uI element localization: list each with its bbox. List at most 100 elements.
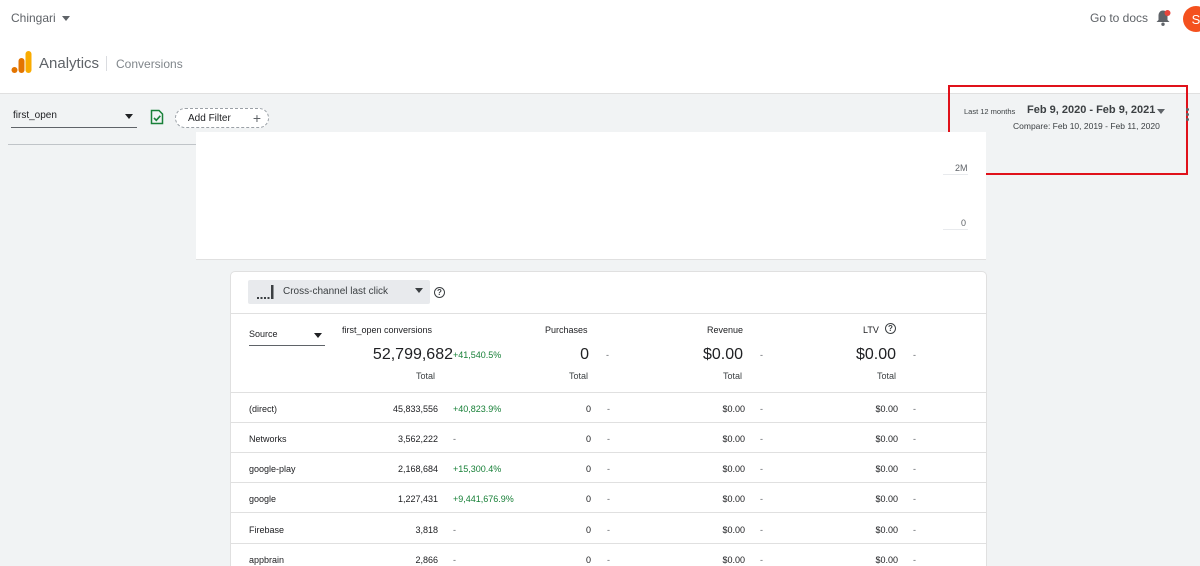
table-row[interactable]: Networks 3,562,222 - 0 - $0.00 - $0.00 - (231, 423, 986, 453)
saved-check-icon[interactable] (150, 109, 164, 125)
row-revenue: $0.00 (722, 434, 745, 444)
row-conversions-change: - (453, 555, 456, 565)
row-conversions-change: +9,441,676.9% (453, 494, 514, 504)
total-label: Total (416, 371, 436, 381)
help-icon[interactable]: ? (885, 323, 896, 334)
row-purchases: 0 (585, 404, 591, 414)
row-conversions: 3,818 (415, 525, 438, 535)
row-ltv: $0.00 (875, 555, 898, 565)
attribution-model-select[interactable]: Cross-channel last click (248, 280, 430, 304)
row-revenue: $0.00 (722, 525, 745, 535)
row-conversions-change: +15,300.4% (453, 464, 502, 474)
table-row[interactable]: (direct) 45,833,556 +40,823.9% 0 - $0.00… (231, 393, 986, 423)
row-source: Firebase (249, 525, 285, 535)
chevron-down-icon[interactable] (1157, 109, 1165, 114)
account-name: Chingari (11, 11, 56, 25)
y-axis-tick: 2M (955, 163, 968, 173)
total-ltv: $0.00 (855, 346, 896, 363)
row-source: (direct) (249, 404, 278, 414)
table-row[interactable]: google 1,227,431 +9,441,676.9% 0 - $0.00… (231, 483, 986, 513)
row-conversions: 2,866 (415, 555, 438, 565)
compare-range: Compare: Feb 10, 2019 - Feb 11, 2020 (1013, 121, 1160, 131)
event-select-value: first_open (13, 110, 57, 121)
more-vert-icon[interactable] (1186, 108, 1190, 124)
total-purchases: 0 (580, 346, 589, 363)
row-revenue-change: - (760, 434, 763, 444)
row-conversions: 45,833,556 (392, 404, 438, 414)
row-revenue-change: - (760, 464, 763, 474)
row-source: Networks (249, 434, 287, 444)
row-ltv: $0.00 (875, 404, 898, 414)
column-header-purchases[interactable]: Purchases (545, 325, 588, 335)
row-conversions-change: - (453, 525, 456, 535)
plus-icon: + (252, 110, 261, 126)
row-purchases-change: - (607, 525, 610, 535)
row-revenue: $0.00 (722, 555, 745, 565)
grid-line (943, 229, 968, 230)
row-source: google (249, 494, 277, 504)
row-ltv: $0.00 (875, 494, 898, 504)
row-purchases-change: - (607, 464, 610, 474)
row-conversions: 2,168,684 (397, 464, 438, 474)
row-purchases: 0 (585, 555, 591, 565)
row-ltv-change: - (913, 555, 916, 565)
table-divider (231, 313, 986, 314)
row-source: appbrain (249, 555, 285, 565)
attribution-model-label: Cross-channel last click (283, 286, 389, 297)
row-source: google-play (249, 464, 296, 474)
chevron-down-icon (61, 15, 70, 21)
page-title: Conversions (116, 57, 183, 71)
total-label: Total (569, 371, 589, 381)
chevron-down-icon (125, 114, 133, 119)
app-title: Analytics (39, 55, 100, 72)
help-icon[interactable]: ? (434, 287, 445, 298)
row-ltv: $0.00 (875, 464, 898, 474)
top-header (0, 0, 1200, 94)
row-ltv-change: - (913, 434, 916, 444)
chevron-down-icon (415, 288, 423, 293)
column-header-ltv[interactable]: LTV (863, 325, 879, 335)
add-filter-button[interactable]: Add Filter + (175, 108, 269, 128)
row-ltv: $0.00 (875, 434, 898, 444)
row-purchases: 0 (585, 525, 591, 535)
total-ltv-change: - (913, 350, 916, 360)
source-dimension-select[interactable]: Source (249, 329, 325, 346)
column-header-revenue[interactable]: Revenue (707, 325, 743, 335)
row-ltv-change: - (913, 494, 916, 504)
row-revenue-change: - (760, 404, 763, 414)
total-revenue: $0.00 (702, 346, 743, 363)
total-label: Total (723, 371, 743, 381)
avatar-initial: S (1191, 11, 1200, 27)
date-range-value[interactable]: Feb 9, 2020 - Feb 9, 2021 (1027, 104, 1155, 116)
grid-line (943, 174, 968, 175)
column-header-conversions[interactable]: first_open conversions (342, 325, 432, 335)
go-to-docs-link[interactable]: Go to docs (1090, 11, 1148, 25)
row-purchases-change: - (607, 404, 610, 414)
row-ltv-change: - (913, 464, 916, 474)
table-row[interactable]: google-play 2,168,684 +15,300.4% 0 - $0.… (231, 453, 986, 483)
chevron-down-icon (314, 333, 322, 338)
notification-bell-icon[interactable] (1155, 9, 1171, 27)
event-select[interactable]: first_open (11, 106, 137, 128)
total-revenue-change: - (760, 350, 763, 360)
row-purchases: 0 (585, 494, 591, 504)
row-revenue-change: - (760, 525, 763, 535)
title-divider (106, 56, 107, 71)
source-label: Source (249, 329, 278, 339)
bar-chart-icon (257, 285, 274, 299)
total-purchases-change: - (606, 350, 609, 360)
row-conversions: 3,562,222 (397, 434, 438, 444)
total-conversions: 52,799,682 (372, 346, 453, 363)
table-row[interactable]: appbrain 2,866 - 0 - $0.00 - $0.00 - (231, 544, 986, 566)
row-purchases-change: - (607, 494, 610, 504)
account-selector[interactable]: Chingari (11, 11, 70, 25)
row-ltv-change: - (913, 525, 916, 535)
table-row[interactable]: Firebase 3,818 - 0 - $0.00 - $0.00 - (231, 514, 986, 544)
row-conversions-change: +40,823.9% (453, 404, 502, 414)
date-preset-label[interactable]: Last 12 months (964, 107, 1015, 116)
row-conversions: 1,227,431 (397, 494, 438, 504)
add-filter-label: Add Filter (188, 112, 231, 124)
row-revenue: $0.00 (722, 404, 745, 414)
row-revenue: $0.00 (722, 464, 745, 474)
total-conversions-change: +41,540.5% (453, 350, 502, 360)
